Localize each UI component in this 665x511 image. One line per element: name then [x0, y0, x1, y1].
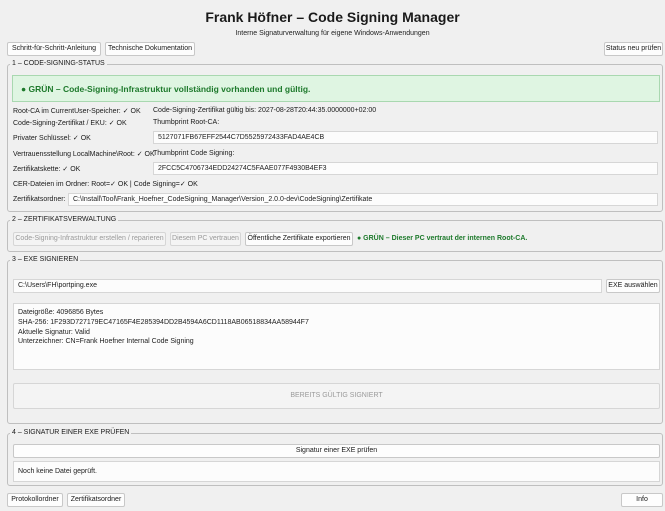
guide-button[interactable]: Schritt-für-Schritt-Anleitung	[7, 42, 101, 56]
docs-button[interactable]: Technische Dokumentation	[105, 42, 195, 56]
cert-mgmt-section-title: 2 – ZERTIFIKATSVERWALTUNG	[10, 216, 119, 223]
cert-eku-status: Code-Signing-Zertifikat / EKU: ✓ OK	[13, 120, 127, 127]
verify-result-box: Noch keine Datei geprüft.	[13, 461, 660, 482]
exe-signer: Unterzeichner: CN=Frank Hoefner Internal…	[18, 338, 194, 346]
cer-files-status: CER-Dateien im Ordner: Root=✓ OK | Code …	[13, 181, 198, 188]
select-exe-button[interactable]: EXE auswählen	[606, 279, 660, 293]
app-subtitle: Interne Signaturverwaltung für eigene Wi…	[235, 30, 430, 37]
exe-info-box: Dateigröße: 4096856 Bytes SHA-256: 1F293…	[13, 303, 660, 370]
sign-section-title: 3 – EXE SIGNIEREN	[10, 256, 81, 263]
app-title: Frank Höfner – Code Signing Manager	[205, 9, 460, 25]
status-section-title: 1 – CODE-SIGNING-STATUS	[10, 60, 107, 67]
exe-path-input[interactable]: C:\Users\FH\portping.exe	[13, 279, 602, 293]
root-ca-status: Root-CA im CurrentUser-Speicher: ✓ OK	[13, 108, 141, 115]
exe-file-size: Dateigröße: 4096856 Bytes	[18, 309, 104, 316]
verify-signature-button[interactable]: Signatur einer EXE prüfen	[13, 444, 660, 458]
trust-status-text: ● GRÜN – Dieser PC vertraut der internen…	[357, 235, 528, 242]
exe-current-signature: Aktuelle Signatur: Valid	[18, 328, 90, 336]
info-button[interactable]: Info	[621, 493, 663, 507]
sign-exe-button[interactable]: BEREITS GÜLTIG SIGNIERT	[13, 383, 660, 409]
thumbprint-cs-field[interactable]: 2FCC5C4706734EDD24274C5FAAE077F4930B4EF3	[153, 162, 658, 175]
verify-section-title: 4 – SIGNATUR EINER EXE PRÜFEN	[10, 429, 132, 436]
private-key-status: Privater Schlüssel: ✓ OK	[13, 135, 91, 142]
cert-folder-field[interactable]: C:\Install\Tool\Frank_Hoefner_CodeSignin…	[68, 193, 658, 206]
recheck-status-button[interactable]: Status neu prüfen	[604, 42, 663, 56]
log-folder-button[interactable]: Protokollordner	[7, 493, 63, 507]
exe-sha256: SHA-256: 1F293D727179EC47165F4E285394DD2…	[18, 318, 309, 326]
trust-this-pc-button[interactable]: Diesem PC vertrauen	[170, 232, 241, 246]
create-infrastructure-button[interactable]: Code-Signing-Infrastruktur erstellen / r…	[13, 232, 166, 246]
thumbprint-root-field[interactable]: 5127071FB67EFF2544C7D5525972433FAD4AE4CB	[153, 131, 658, 144]
cert-folder-label: Zertifikatsordner:	[13, 196, 66, 203]
trust-localmachine-status: Vertrauensstellung LocalMachine\Root: ✓ …	[13, 151, 155, 158]
thumbprint-root-label: Thumbprint Root-CA:	[153, 119, 220, 126]
cert-valid-until: Code-Signing-Zertifikat gültig bis: 2027…	[153, 107, 377, 114]
cert-chain-status: Zertifikatskette: ✓ OK	[13, 166, 81, 173]
export-certificates-button[interactable]: Öffentliche Zertifikate exportieren	[245, 232, 353, 246]
thumbprint-cs-label: Thumbprint Code Signing:	[153, 150, 235, 157]
cert-folder-button[interactable]: Zertifikatsordner	[67, 493, 125, 507]
status-banner: ● GRÜN – Code-Signing-Infrastruktur voll…	[12, 75, 660, 102]
